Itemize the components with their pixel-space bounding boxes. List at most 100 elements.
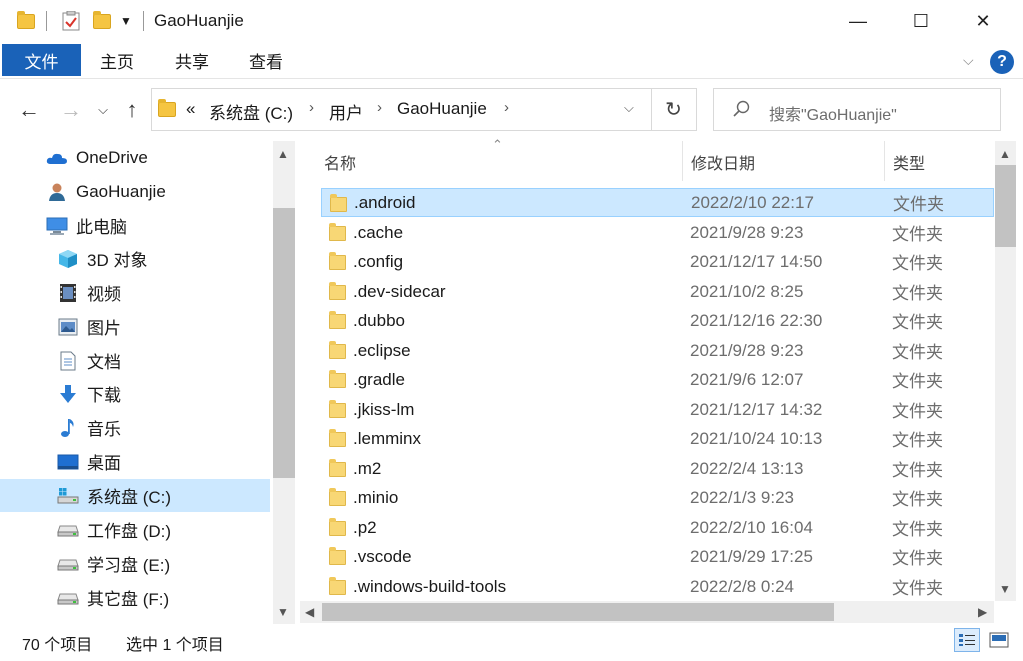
file-name: .gradle xyxy=(353,369,405,389)
breadcrumb-system-drive[interactable]: 系统盘 (C:) xyxy=(209,99,293,124)
minimize-button[interactable]: — xyxy=(835,0,881,43)
search-placeholder: 搜索"GaoHuanjie" xyxy=(769,107,897,124)
close-button[interactable]: ✕ xyxy=(960,0,1006,43)
file-date: 2021/9/29 17:25 xyxy=(690,546,813,566)
file-row[interactable]: .dev-sidecar 2021/10/2 8:25 文件夹 xyxy=(321,277,994,306)
breadcrumb-current[interactable]: GaoHuanjie xyxy=(397,99,487,119)
new-folder-icon[interactable] xyxy=(90,9,114,33)
recent-locations-chevron-icon[interactable]: ⌵ xyxy=(94,96,112,124)
file-row[interactable]: .vscode 2021/9/29 17:25 文件夹 xyxy=(321,542,994,571)
breadcrumb-overflow[interactable]: « xyxy=(186,99,195,119)
video-icon xyxy=(57,283,79,303)
column-header-date[interactable]: 修改日期 xyxy=(691,150,755,174)
file-type: 文件夹 xyxy=(892,225,943,244)
file-date: 2022/2/4 13:13 xyxy=(690,458,804,478)
nav-item-pictures[interactable]: 图片 xyxy=(57,310,268,343)
address-history-chevron-icon[interactable]: ⌵ xyxy=(624,100,634,116)
file-row[interactable]: .windows-build-tools 2022/2/8 0:24 文件夹 xyxy=(321,572,994,601)
nav-item-documents[interactable]: 文档 xyxy=(57,344,268,377)
nav-item-downloads[interactable]: 下载 xyxy=(57,377,268,410)
scroll-down-arrow-icon[interactable]: ▼ xyxy=(999,582,1011,596)
folder-icon[interactable] xyxy=(14,9,38,33)
scroll-right-arrow-icon[interactable]: ▶ xyxy=(978,605,987,619)
folder-icon xyxy=(329,577,346,595)
help-icon[interactable]: ? xyxy=(990,50,1014,74)
window-title: GaoHuanjie xyxy=(154,11,244,30)
breadcrumb-users[interactable]: 用户 xyxy=(329,99,363,124)
forward-arrow-icon[interactable]: → xyxy=(58,96,84,124)
nav-item-other-drive[interactable]: 其它盘 (F:) xyxy=(57,581,268,614)
large-icons-view-icon[interactable] xyxy=(986,628,1012,652)
file-name: .m2 xyxy=(353,458,382,478)
breadcrumb-chevron-icon[interactable]: › xyxy=(309,99,314,116)
back-arrow-icon[interactable]: ← xyxy=(16,96,42,124)
desktop-icon xyxy=(57,452,79,472)
scroll-up-arrow-icon[interactable]: ▲ xyxy=(999,147,1011,161)
folder-icon xyxy=(329,341,346,359)
nav-item-music[interactable]: 音乐 xyxy=(57,411,268,444)
nav-pane-scrollbar-thumb[interactable] xyxy=(273,208,295,478)
file-row[interactable]: .android 2022/2/10 22:17 文件夹 xyxy=(321,188,994,217)
nav-item-label: 工作盘 (D:) xyxy=(87,522,172,541)
scroll-down-arrow-icon[interactable]: ▼ xyxy=(277,605,289,619)
nav-item-study-drive[interactable]: 学习盘 (E:) xyxy=(57,547,268,580)
file-list-vertical-scrollbar-thumb[interactable] xyxy=(995,165,1016,247)
tab-home[interactable]: 主页 xyxy=(100,44,134,76)
file-row[interactable]: .config 2021/12/17 14:50 文件夹 xyxy=(321,247,994,276)
file-row[interactable]: .gradle 2021/9/6 12:07 文件夹 xyxy=(321,365,994,394)
selection-count: 选中 1 个项目 xyxy=(126,637,224,654)
nav-item-label: 桌面 xyxy=(87,454,121,473)
tab-file[interactable]: 文件 xyxy=(2,44,81,76)
file-type: 文件夹 xyxy=(892,372,943,391)
file-row[interactable]: .lemminx 2021/10/24 10:13 文件夹 xyxy=(321,424,994,453)
tab-view[interactable]: 查看 xyxy=(249,44,283,76)
nav-item-desktop[interactable]: 桌面 xyxy=(57,445,268,478)
file-row[interactable]: .jkiss-lm 2021/12/17 14:32 文件夹 xyxy=(321,395,994,424)
breadcrumb-chevron-icon[interactable]: › xyxy=(504,99,509,116)
nav-item-label: 其它盘 (F:) xyxy=(87,590,170,609)
folder-icon xyxy=(329,400,346,418)
tab-share[interactable]: 共享 xyxy=(175,44,209,76)
file-row[interactable]: .m2 2022/2/4 13:13 文件夹 xyxy=(321,454,994,483)
folder-icon xyxy=(329,429,346,447)
properties-icon[interactable] xyxy=(59,9,83,33)
expand-ribbon-chevron-icon[interactable]: ⌵ xyxy=(963,52,974,69)
customize-toolbar-dropdown-icon[interactable]: ▼ xyxy=(118,9,134,33)
breadcrumb-chevron-icon[interactable]: › xyxy=(377,99,382,116)
scroll-up-arrow-icon[interactable]: ▲ xyxy=(277,147,289,161)
user-icon xyxy=(46,182,68,202)
refresh-icon[interactable]: ↻ xyxy=(651,88,697,131)
file-type: 文件夹 xyxy=(892,402,943,421)
nav-item-label: 文档 xyxy=(87,353,121,372)
column-header-type[interactable]: 类型 xyxy=(893,150,925,174)
file-list-horizontal-scrollbar-thumb[interactable] xyxy=(322,603,834,621)
nav-item-label: 此电脑 xyxy=(76,218,127,237)
file-row[interactable]: .minio 2022/1/3 9:23 文件夹 xyxy=(321,483,994,512)
column-divider[interactable] xyxy=(682,141,683,181)
file-row[interactable]: .p2 2022/2/10 16:04 文件夹 xyxy=(321,513,994,542)
details-view-icon[interactable] xyxy=(954,628,980,652)
nav-item-3d-objects[interactable]: 3D 对象 xyxy=(57,242,268,275)
file-row[interactable]: .eclipse 2021/9/28 9:23 文件夹 xyxy=(321,336,994,365)
nav-item-work-drive[interactable]: 工作盘 (D:) xyxy=(57,513,268,546)
nav-item-user[interactable]: GaoHuanjie xyxy=(46,175,268,208)
maximize-button[interactable]: ☐ xyxy=(898,0,944,43)
file-date: 2021/10/2 8:25 xyxy=(690,281,804,301)
scroll-left-arrow-icon[interactable]: ◀ xyxy=(305,605,314,619)
nav-item-system-drive[interactable]: 系统盘 (C:) xyxy=(0,479,270,512)
file-type: 文件夹 xyxy=(892,313,943,332)
file-date: 2022/2/10 16:04 xyxy=(690,517,813,537)
column-header-name[interactable]: 名称 xyxy=(324,150,356,174)
file-date: 2022/1/3 9:23 xyxy=(690,487,794,507)
folder-icon xyxy=(329,459,346,477)
column-divider[interactable] xyxy=(884,141,885,181)
file-name: .config xyxy=(353,251,404,271)
nav-item-this-pc[interactable]: 此电脑 xyxy=(46,209,268,242)
nav-item-onedrive[interactable]: OneDrive xyxy=(46,141,268,174)
file-row[interactable]: .dubbo 2021/12/16 22:30 文件夹 xyxy=(321,306,994,335)
nav-item-label: 学习盘 (E:) xyxy=(87,556,171,575)
up-arrow-icon[interactable]: ↑ xyxy=(119,96,145,124)
file-name: .p2 xyxy=(353,517,377,537)
file-row[interactable]: .cache 2021/9/28 9:23 文件夹 xyxy=(321,218,994,247)
nav-item-videos[interactable]: 视频 xyxy=(57,276,268,309)
